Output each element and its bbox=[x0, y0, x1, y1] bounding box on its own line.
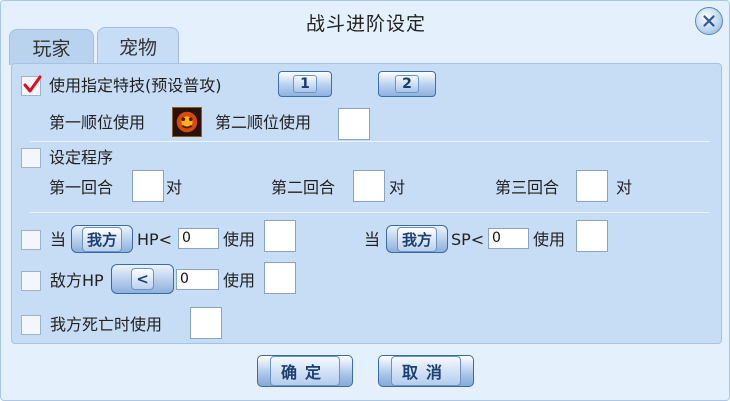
sp-prefix-label: 当 bbox=[364, 230, 381, 249]
hp-use-label: 使用 bbox=[223, 230, 256, 249]
second-priority-label: 第二顺位使用 bbox=[215, 113, 312, 132]
skill-slot-1-button[interactable]: 1 bbox=[278, 71, 332, 97]
fire-skill-icon bbox=[176, 111, 198, 133]
hp-side-button[interactable]: 我方 bbox=[71, 225, 133, 253]
enemy-hp-use-label: 使用 bbox=[223, 271, 256, 290]
hp-threshold-input[interactable]: 0 bbox=[178, 228, 219, 249]
round-2-label: 第二回合 bbox=[271, 178, 336, 197]
round-3-label: 第三回合 bbox=[495, 178, 560, 197]
enemy-hp-checkbox[interactable] bbox=[21, 271, 41, 291]
enemy-hp-threshold-input[interactable]: 0 bbox=[176, 269, 219, 290]
divider bbox=[30, 141, 710, 142]
round-3-slot[interactable] bbox=[576, 170, 608, 202]
ally-death-checkbox[interactable] bbox=[21, 315, 41, 335]
tab-pet-label: 宠物 bbox=[118, 37, 157, 59]
hp-skill-slot[interactable] bbox=[264, 220, 296, 252]
close-button[interactable] bbox=[695, 7, 723, 35]
sp-threshold-input[interactable]: 0 bbox=[488, 228, 529, 249]
first-priority-label: 第一顺位使用 bbox=[49, 113, 146, 132]
tab-player-label: 玩家 bbox=[32, 38, 71, 60]
battle-settings-window: 战斗进阶设定 玩家 宠物 使用指定特技(预设普攻) 1 2 第一顺位使用 第二顺 bbox=[0, 0, 730, 401]
round-1-suffix: 对 bbox=[166, 178, 183, 197]
round-2-suffix: 对 bbox=[389, 178, 406, 197]
hp-stat-label: HP< bbox=[137, 230, 173, 249]
skill-icon-slot[interactable] bbox=[172, 107, 202, 137]
sp-use-label: 使用 bbox=[533, 230, 566, 249]
settings-panel: 使用指定特技(预设普攻) 1 2 第一顺位使用 第二顺位使用 设定程序 第一回合… bbox=[11, 63, 722, 344]
tab-player[interactable]: 玩家 bbox=[9, 29, 94, 65]
skill-slot-2-button[interactable]: 2 bbox=[378, 71, 436, 97]
enemy-hp-operator-button[interactable]: < bbox=[111, 264, 174, 294]
confirm-button[interactable]: 确定 bbox=[257, 355, 353, 387]
sp-side-button[interactable]: 我方 bbox=[386, 225, 448, 253]
checkmark-icon bbox=[23, 75, 42, 93]
cancel-button[interactable]: 取消 bbox=[378, 355, 474, 387]
program-label: 设定程序 bbox=[49, 148, 114, 167]
round-1-label: 第一回合 bbox=[49, 178, 114, 197]
divider bbox=[30, 212, 710, 213]
close-icon bbox=[703, 15, 715, 27]
ally-death-skill-slot[interactable] bbox=[190, 307, 222, 339]
enemy-hp-skill-slot[interactable] bbox=[264, 262, 296, 294]
skill-checkbox[interactable] bbox=[21, 75, 42, 96]
second-priority-slot[interactable] bbox=[338, 108, 370, 140]
skill-label: 使用指定特技(预设普攻) bbox=[49, 76, 222, 95]
hp-prefix-label: 当 bbox=[50, 230, 67, 249]
sp-skill-slot[interactable] bbox=[576, 220, 608, 252]
tab-pet[interactable]: 宠物 bbox=[97, 27, 179, 65]
hp-condition-checkbox[interactable] bbox=[21, 230, 41, 250]
program-checkbox[interactable] bbox=[21, 148, 41, 168]
ally-death-label: 我方死亡时使用 bbox=[50, 315, 163, 334]
enemy-hp-label: 敌方HP bbox=[50, 271, 104, 290]
round-2-slot[interactable] bbox=[353, 170, 385, 202]
sp-stat-label: SP< bbox=[451, 230, 485, 249]
round-3-suffix: 对 bbox=[616, 178, 633, 197]
round-1-slot[interactable] bbox=[132, 170, 164, 202]
